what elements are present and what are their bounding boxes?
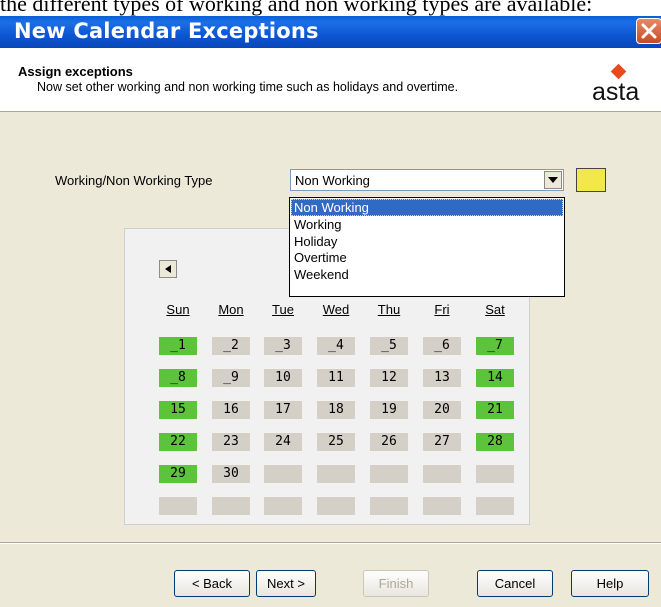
logo-diamond-icon — [610, 63, 627, 80]
day-of-week-header: Mon — [218, 302, 244, 317]
cancel-button[interactable]: Cancel — [477, 570, 553, 597]
calendar-day-cell[interactable]: 22 — [159, 433, 197, 451]
calendar-day-cell[interactable]: 30 — [212, 465, 250, 483]
dropdown-option[interactable]: Non Working — [291, 199, 563, 216]
calendar-empty-cell — [317, 465, 355, 483]
document-text-fragment: the different types of working and non w… — [0, 0, 661, 16]
dropdown-option[interactable]: Working — [291, 216, 563, 233]
header-subtitle: Now set other working and non working ti… — [37, 80, 459, 94]
calendar-day-cell[interactable]: 17 — [264, 401, 302, 419]
calendar-day-cell[interactable]: 29 — [159, 465, 197, 483]
day-of-week-header: Fri — [434, 302, 450, 317]
calendar-empty-cell — [370, 465, 408, 483]
help-button[interactable]: Help — [571, 570, 649, 597]
working-type-dropdown-list: Non Working Working Holiday Overtime Weekend — [289, 197, 565, 297]
calendar-day-cell[interactable]: _4 — [317, 337, 355, 355]
window-title: New Calendar Exceptions — [14, 19, 319, 43]
calendar-empty-cell — [212, 497, 250, 515]
next-button[interactable]: Next > — [256, 570, 316, 597]
wizard-header: Assign exceptions Now set other working … — [0, 48, 661, 112]
close-icon — [641, 23, 657, 39]
arrow-left-icon — [165, 265, 171, 273]
dropdown-option[interactable]: Overtime — [291, 249, 563, 266]
calendar-day-cell[interactable]: 19 — [370, 401, 408, 419]
calendar-day-cell[interactable]: 18 — [317, 401, 355, 419]
button-separator — [0, 542, 661, 544]
calendar-empty-cell — [159, 497, 197, 515]
dropdown-option[interactable]: Holiday — [291, 233, 563, 250]
day-of-week-header: Sat — [485, 302, 505, 317]
dropdown-button[interactable] — [544, 171, 562, 189]
calendar-empty-cell — [317, 497, 355, 515]
calendar-day-cell[interactable]: 11 — [317, 369, 355, 387]
calendar-day-cell[interactable]: _2 — [212, 337, 250, 355]
calendar-empty-cell — [264, 465, 302, 483]
working-type-value: Non Working — [295, 173, 370, 188]
calendar-day-cell[interactable]: 27 — [423, 433, 461, 451]
calendar-day-cell[interactable]: 24 — [264, 433, 302, 451]
working-type-label: Working/Non Working Type — [55, 173, 213, 188]
calendar-day-cell[interactable]: _1 — [159, 337, 197, 355]
calendar-day-cell[interactable]: 13 — [423, 369, 461, 387]
prev-month-button[interactable] — [159, 260, 177, 278]
calendar-day-cell[interactable]: 20 — [423, 401, 461, 419]
title-bar[interactable]: New Calendar Exceptions — [0, 16, 661, 48]
working-type-select[interactable]: Non Working — [290, 169, 564, 191]
back-button[interactable]: < Back — [174, 570, 250, 597]
calendar-empty-cell — [264, 497, 302, 515]
day-of-week-header: Wed — [322, 302, 350, 317]
day-of-week-header: Sun — [166, 302, 190, 317]
calendar-day-cell[interactable]: 21 — [476, 401, 514, 419]
calendar-empty-cell — [423, 465, 461, 483]
calendar-day-cell[interactable]: _9 — [212, 369, 250, 387]
finish-button[interactable]: Finish — [363, 570, 429, 597]
logo-text: asta — [592, 78, 640, 106]
close-button[interactable] — [636, 18, 661, 44]
calendar-day-cell[interactable]: 23 — [212, 433, 250, 451]
calendar-day-cell[interactable]: 16 — [212, 401, 250, 419]
chevron-down-icon — [548, 177, 558, 183]
calendar-day-cell[interactable]: _7 — [476, 337, 514, 355]
calendar-empty-cell — [423, 497, 461, 515]
color-swatch[interactable] — [576, 168, 606, 192]
calendar-day-cell[interactable]: 12 — [370, 369, 408, 387]
dropdown-option[interactable]: Weekend — [291, 266, 563, 283]
calendar-empty-cell — [476, 497, 514, 515]
calendar-day-cell[interactable]: _8 — [159, 369, 197, 387]
calendar-day-cell[interactable]: 10 — [264, 369, 302, 387]
day-of-week-header: Thu — [377, 302, 401, 317]
calendar-day-cell[interactable]: 28 — [476, 433, 514, 451]
calendar-day-cell[interactable]: _3 — [264, 337, 302, 355]
calendar-empty-cell — [370, 497, 408, 515]
asta-logo: asta — [588, 63, 658, 108]
calendar-day-cell[interactable]: 26 — [370, 433, 408, 451]
calendar-day-cell[interactable]: 15 — [159, 401, 197, 419]
dialog-window: New Calendar Exceptions Assign exception… — [0, 16, 661, 607]
calendar-day-cell[interactable]: _5 — [370, 337, 408, 355]
day-of-week-header: Tue — [272, 302, 294, 317]
calendar-day-cell[interactable]: 25 — [317, 433, 355, 451]
calendar-empty-cell — [476, 465, 514, 483]
calendar-day-cell[interactable]: _6 — [423, 337, 461, 355]
header-title: Assign exceptions — [18, 64, 133, 79]
calendar-day-cell[interactable]: 14 — [476, 369, 514, 387]
